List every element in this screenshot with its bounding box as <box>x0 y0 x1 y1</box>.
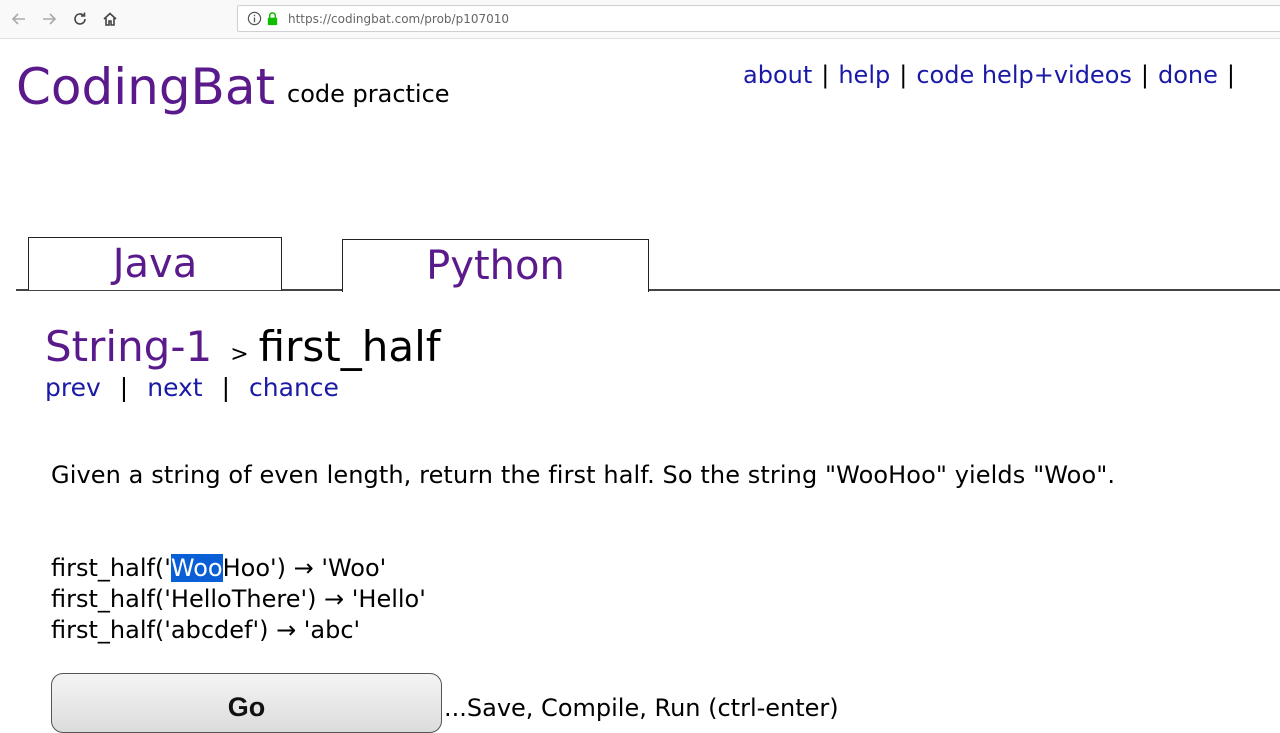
selected-text: Woo <box>170 554 223 582</box>
url-text[interactable]: https://codingbat.com/prob/p107010 <box>288 12 509 26</box>
problem-nav: prev | next | chance <box>45 373 339 402</box>
home-icon[interactable] <box>99 8 121 30</box>
nav-separator: | <box>1140 61 1149 89</box>
site-logo[interactable]: CodingBat <box>16 58 275 116</box>
chance-link[interactable]: chance <box>249 373 339 402</box>
example-line: first_half('abcdef') → 'abc' <box>51 615 426 646</box>
go-hint: ...Save, Compile, Run (ctrl-enter) <box>444 694 839 722</box>
tab-java[interactable]: Java <box>28 237 282 290</box>
top-nav: about | help | code help+videos | done | <box>743 61 1244 89</box>
prev-link[interactable]: prev <box>45 373 101 402</box>
breadcrumb-separator: > <box>230 342 249 367</box>
nav-separator: | <box>221 373 231 402</box>
breadcrumb: String-1 > first_half <box>45 322 441 371</box>
forward-icon[interactable] <box>38 8 60 30</box>
reload-icon[interactable] <box>69 8 91 30</box>
go-button-label: Go <box>227 692 266 722</box>
example-text: first_half(' <box>51 554 171 582</box>
browser-toolbar: https://codingbat.com/prob/p107010 <box>0 0 1280 39</box>
example-text: first_half('HelloThere') → 'Hello' <box>51 585 426 613</box>
nav-separator: | <box>899 61 908 89</box>
back-icon[interactable] <box>8 8 30 30</box>
nav-about-link[interactable]: about <box>743 61 812 89</box>
site-tagline: code practice <box>287 80 450 108</box>
example-text: first_half('abcdef') → 'abc' <box>51 616 361 644</box>
go-button[interactable]: Go <box>51 673 442 733</box>
nav-separator: | <box>1226 61 1235 89</box>
examples: first_half('WooHoo') → 'Woo' first_half(… <box>51 553 426 646</box>
tab-python[interactable]: Python <box>342 239 649 294</box>
nav-code-help-link[interactable]: code help+videos <box>916 61 1132 89</box>
nav-separator: | <box>119 373 129 402</box>
example-line: first_half('WooHoo') → 'Woo' <box>51 553 426 584</box>
nav-separator: | <box>821 61 830 89</box>
next-link[interactable]: next <box>147 373 202 402</box>
problem-description: Given a string of even length, return th… <box>51 461 1116 489</box>
lock-icon <box>267 12 278 26</box>
nav-done-link[interactable]: done <box>1158 61 1218 89</box>
example-line: first_half('HelloThere') → 'Hello' <box>51 584 426 615</box>
problem-title: first_half <box>258 322 441 371</box>
tab-python-label: Python <box>426 243 565 289</box>
info-icon[interactable] <box>247 11 262 26</box>
address-bar[interactable]: https://codingbat.com/prob/p107010 <box>237 5 1280 32</box>
nav-help-link[interactable]: help <box>838 61 890 89</box>
category-link[interactable]: String-1 <box>45 322 212 371</box>
example-text: Hoo') → 'Woo' <box>222 554 387 582</box>
